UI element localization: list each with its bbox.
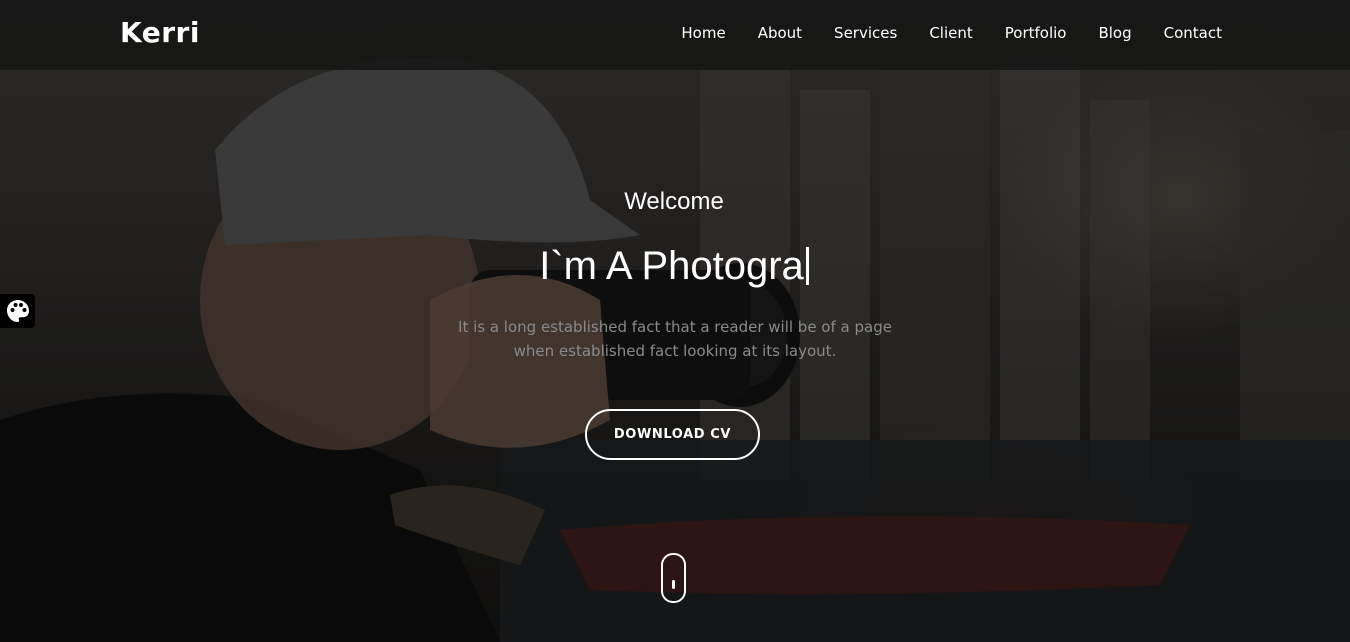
nav-contact-link[interactable]: Contact [1164, 24, 1222, 42]
hero-headline: I`m A Photogra [0, 244, 1348, 289]
nav-client-link[interactable]: Client [929, 24, 972, 42]
nav-portfolio-link[interactable]: Portfolio [1005, 24, 1067, 42]
palette-toggle-button[interactable] [0, 294, 35, 328]
nav-home-link[interactable]: Home [681, 24, 725, 42]
nav-blog-link[interactable]: Blog [1098, 24, 1131, 42]
brand-logo[interactable]: Kerri [120, 16, 200, 49]
hero-section: Kerri Home About Services Client Portfol… [0, 0, 1350, 642]
main-nav: Home About Services Client Portfolio Blo… [649, 24, 1222, 42]
download-cv-button[interactable]: DOWNLOAD CV [585, 409, 760, 460]
nav-services-link[interactable]: Services [834, 24, 897, 42]
hero-description: It is a long established fact that a rea… [458, 318, 892, 360]
scroll-mouse-icon[interactable] [661, 553, 686, 603]
palette-icon [6, 300, 29, 322]
nav-about-link[interactable]: About [758, 24, 802, 42]
navbar: Kerri Home About Services Client Portfol… [0, 0, 1350, 70]
scroll-wheel [672, 580, 675, 589]
hero-welcome-text: Welcome [624, 188, 724, 215]
typing-cursor [805, 247, 809, 285]
hero-headline-text: I`m A Photogra [539, 244, 804, 288]
